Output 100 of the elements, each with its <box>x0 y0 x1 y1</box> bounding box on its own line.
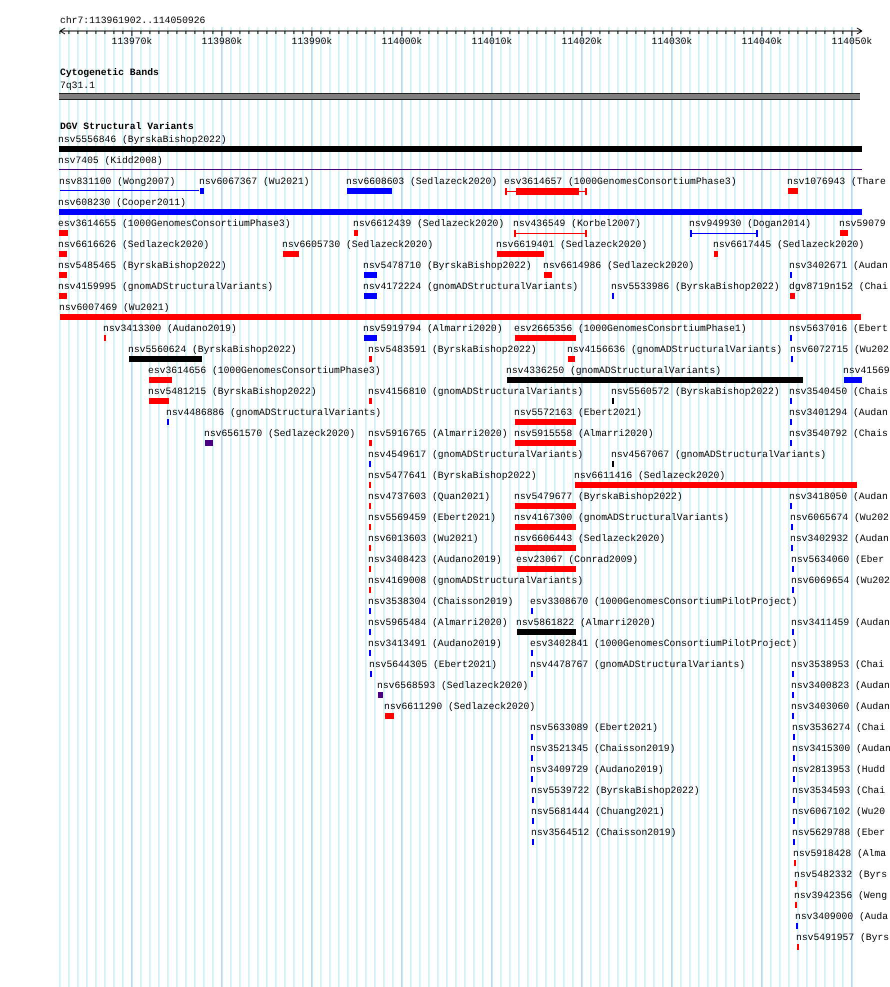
tick-label: 114030k <box>650 36 693 47</box>
feature-bar[interactable] <box>844 377 862 383</box>
feature-bar[interactable] <box>364 335 377 341</box>
feature-label: nsv5569459 (Ebert2021) <box>368 512 496 523</box>
feature-bracket[interactable] <box>690 230 758 237</box>
feature-label: nsv5481215 (ByrskaBishop2022) <box>148 386 317 397</box>
feature-line[interactable] <box>60 190 199 191</box>
feature-label: nsv6069654 (Wu202 <box>791 575 890 586</box>
feature-bar[interactable] <box>60 314 861 320</box>
feature-label: nsv4156810 (gnomADStructuralVariants) <box>368 386 584 397</box>
feature-label: nsv5572163 (Ebert2021) <box>514 407 642 418</box>
feature-bar[interactable] <box>369 356 372 362</box>
feature-label: nsv5556846 (ByrskaBishop2022) <box>58 134 227 145</box>
feature-bar[interactable] <box>517 629 576 635</box>
feature-label: nsv3418050 (Audan <box>789 491 888 502</box>
feature-bar[interactable] <box>544 272 552 278</box>
feature-bar[interactable] <box>364 293 377 299</box>
feature-label: nsv5560624 (ByrskaBishop2022) <box>128 344 297 355</box>
feature-label: nsv5483591 (ByrskaBishop2022) <box>368 344 537 355</box>
feature-label: nsv3536274 (Chai <box>792 722 886 733</box>
feature-label: esv3614656 (1000GenomesConsortiumPhase3) <box>148 365 381 376</box>
feature-label: nsv41569 <box>843 365 890 376</box>
feature-label: nsv4478767 (gnomADStructuralVariants) <box>530 659 746 670</box>
feature-label: nsv5629788 (Eber <box>792 827 886 838</box>
feature-label: nsv5478710 (ByrskaBishop2022) <box>363 260 532 271</box>
feature-bar[interactable] <box>517 566 576 572</box>
feature-bar[interactable] <box>385 713 394 719</box>
feature-label: esv3614655 (1000GenomesConsortiumPhase3) <box>58 218 291 229</box>
tick-label: 114010k <box>470 36 513 47</box>
feature-bar[interactable] <box>59 146 862 152</box>
feature-bar[interactable] <box>354 230 358 236</box>
feature-label: nsv7405 (Kidd2008) <box>58 155 163 166</box>
feature-bar[interactable] <box>149 377 172 383</box>
feature-label: nsv6611416 (Sedlazeck2020) <box>574 470 726 481</box>
tick-label: 114000k <box>380 36 423 47</box>
cytoband-bar[interactable] <box>59 93 860 100</box>
feature-label: dgv8719n152 (Chai <box>789 281 888 292</box>
feature-label: nsv5491957 (Byrs <box>796 932 890 943</box>
track-title: Cytogenetic Bands <box>60 67 159 78</box>
feature-bracket[interactable] <box>514 230 587 237</box>
feature-bar[interactable] <box>283 251 299 257</box>
feature-bar[interactable] <box>515 545 576 551</box>
feature-bar[interactable] <box>369 440 372 446</box>
feature-label: nsv6561570 (Sedlazeck2020) <box>204 428 356 439</box>
location-text: chr7:113961902..114050926 <box>60 15 206 26</box>
tick-label: 113970k <box>110 36 153 47</box>
feature-label: nsv6065674 (Wu202 <box>790 512 889 523</box>
feature-label: nsv3538953 (Chai <box>791 659 884 670</box>
feature-bar[interactable] <box>515 335 576 341</box>
feature-bar[interactable] <box>714 251 718 257</box>
feature-bar[interactable] <box>788 188 798 194</box>
feature-label: nsv3540792 (Chais <box>789 428 888 439</box>
feature-label: nsv3942356 (Weng <box>794 890 888 901</box>
feature-bar[interactable] <box>149 398 169 404</box>
feature-bar[interactable] <box>497 251 544 257</box>
feature-bar[interactable] <box>347 188 392 194</box>
feature-bar[interactable] <box>515 419 576 425</box>
feature-bar[interactable] <box>515 440 576 446</box>
feature-label: nsv3402932 (Audan <box>790 533 889 544</box>
feature-label: esv3308670 (1000GenomesConsortiumPilotProject) <box>530 596 798 607</box>
feature-label: esv2665356 (1000GenomesConsortiumPhase1) <box>514 323 747 334</box>
feature-label: nsv6568593 (Sedlazeck2020) <box>377 680 528 691</box>
feature-label: nsv949930 (Dogan2014) <box>689 218 812 229</box>
feature-label: nsv5919794 (Almarri2020) <box>363 323 503 334</box>
feature-label: nsv3400823 (Audan <box>791 680 890 691</box>
feature-label: nsv5915558 (Almarri2020) <box>514 428 654 439</box>
feature-bar[interactable] <box>200 188 204 194</box>
feature-whisker[interactable] <box>505 188 587 195</box>
feature-bar[interactable] <box>59 251 67 257</box>
feature-bar[interactable] <box>515 503 576 509</box>
tick-label: 114040k <box>740 36 783 47</box>
feature-label: nsv6007469 (Wu2021) <box>59 302 170 313</box>
feature-bar[interactable] <box>59 293 67 299</box>
feature-bar[interactable] <box>59 272 67 278</box>
feature-bar[interactable] <box>840 230 848 236</box>
feature-bar[interactable] <box>59 209 862 215</box>
feature-bar[interactable] <box>507 377 803 383</box>
feature-label: nsv4169008 (gnomADStructuralVariants) <box>368 575 584 586</box>
feature-label: nsv6067367 (Wu2021) <box>199 176 310 187</box>
feature-label: nsv6617445 (Sedlazeck2020) <box>713 239 864 250</box>
feature-label: nsv5918428 (Alma <box>793 848 886 859</box>
feature-bar[interactable] <box>59 230 68 236</box>
feature-bar[interactable] <box>790 293 795 299</box>
feature-bar[interactable] <box>515 524 576 530</box>
feature-label: nsv6067102 (Wu20 <box>792 806 886 817</box>
feature-bar[interactable] <box>364 272 377 278</box>
feature-label: nsv6013603 (Wu2021) <box>368 533 478 544</box>
feature-bar[interactable] <box>205 440 213 446</box>
feature-bar[interactable] <box>369 398 372 404</box>
track-title: DGV Structural Variants <box>60 121 194 132</box>
feature-bar[interactable] <box>129 356 202 362</box>
feature-bar[interactable] <box>378 692 383 698</box>
feature-label: nsv4156636 (gnomADStructuralVariants) <box>567 344 782 355</box>
feature-bar[interactable] <box>568 356 575 362</box>
feature-label: nsv6608603 (Sedlazeck2020) <box>346 176 498 187</box>
tick-label: 113980k <box>200 36 243 47</box>
feature-label: nsv3401294 (Audan <box>789 407 888 418</box>
feature-line[interactable] <box>59 169 862 170</box>
feature-label: nsv6605730 (Sedlazeck2020) <box>282 239 434 250</box>
feature-bar[interactable] <box>575 482 857 488</box>
